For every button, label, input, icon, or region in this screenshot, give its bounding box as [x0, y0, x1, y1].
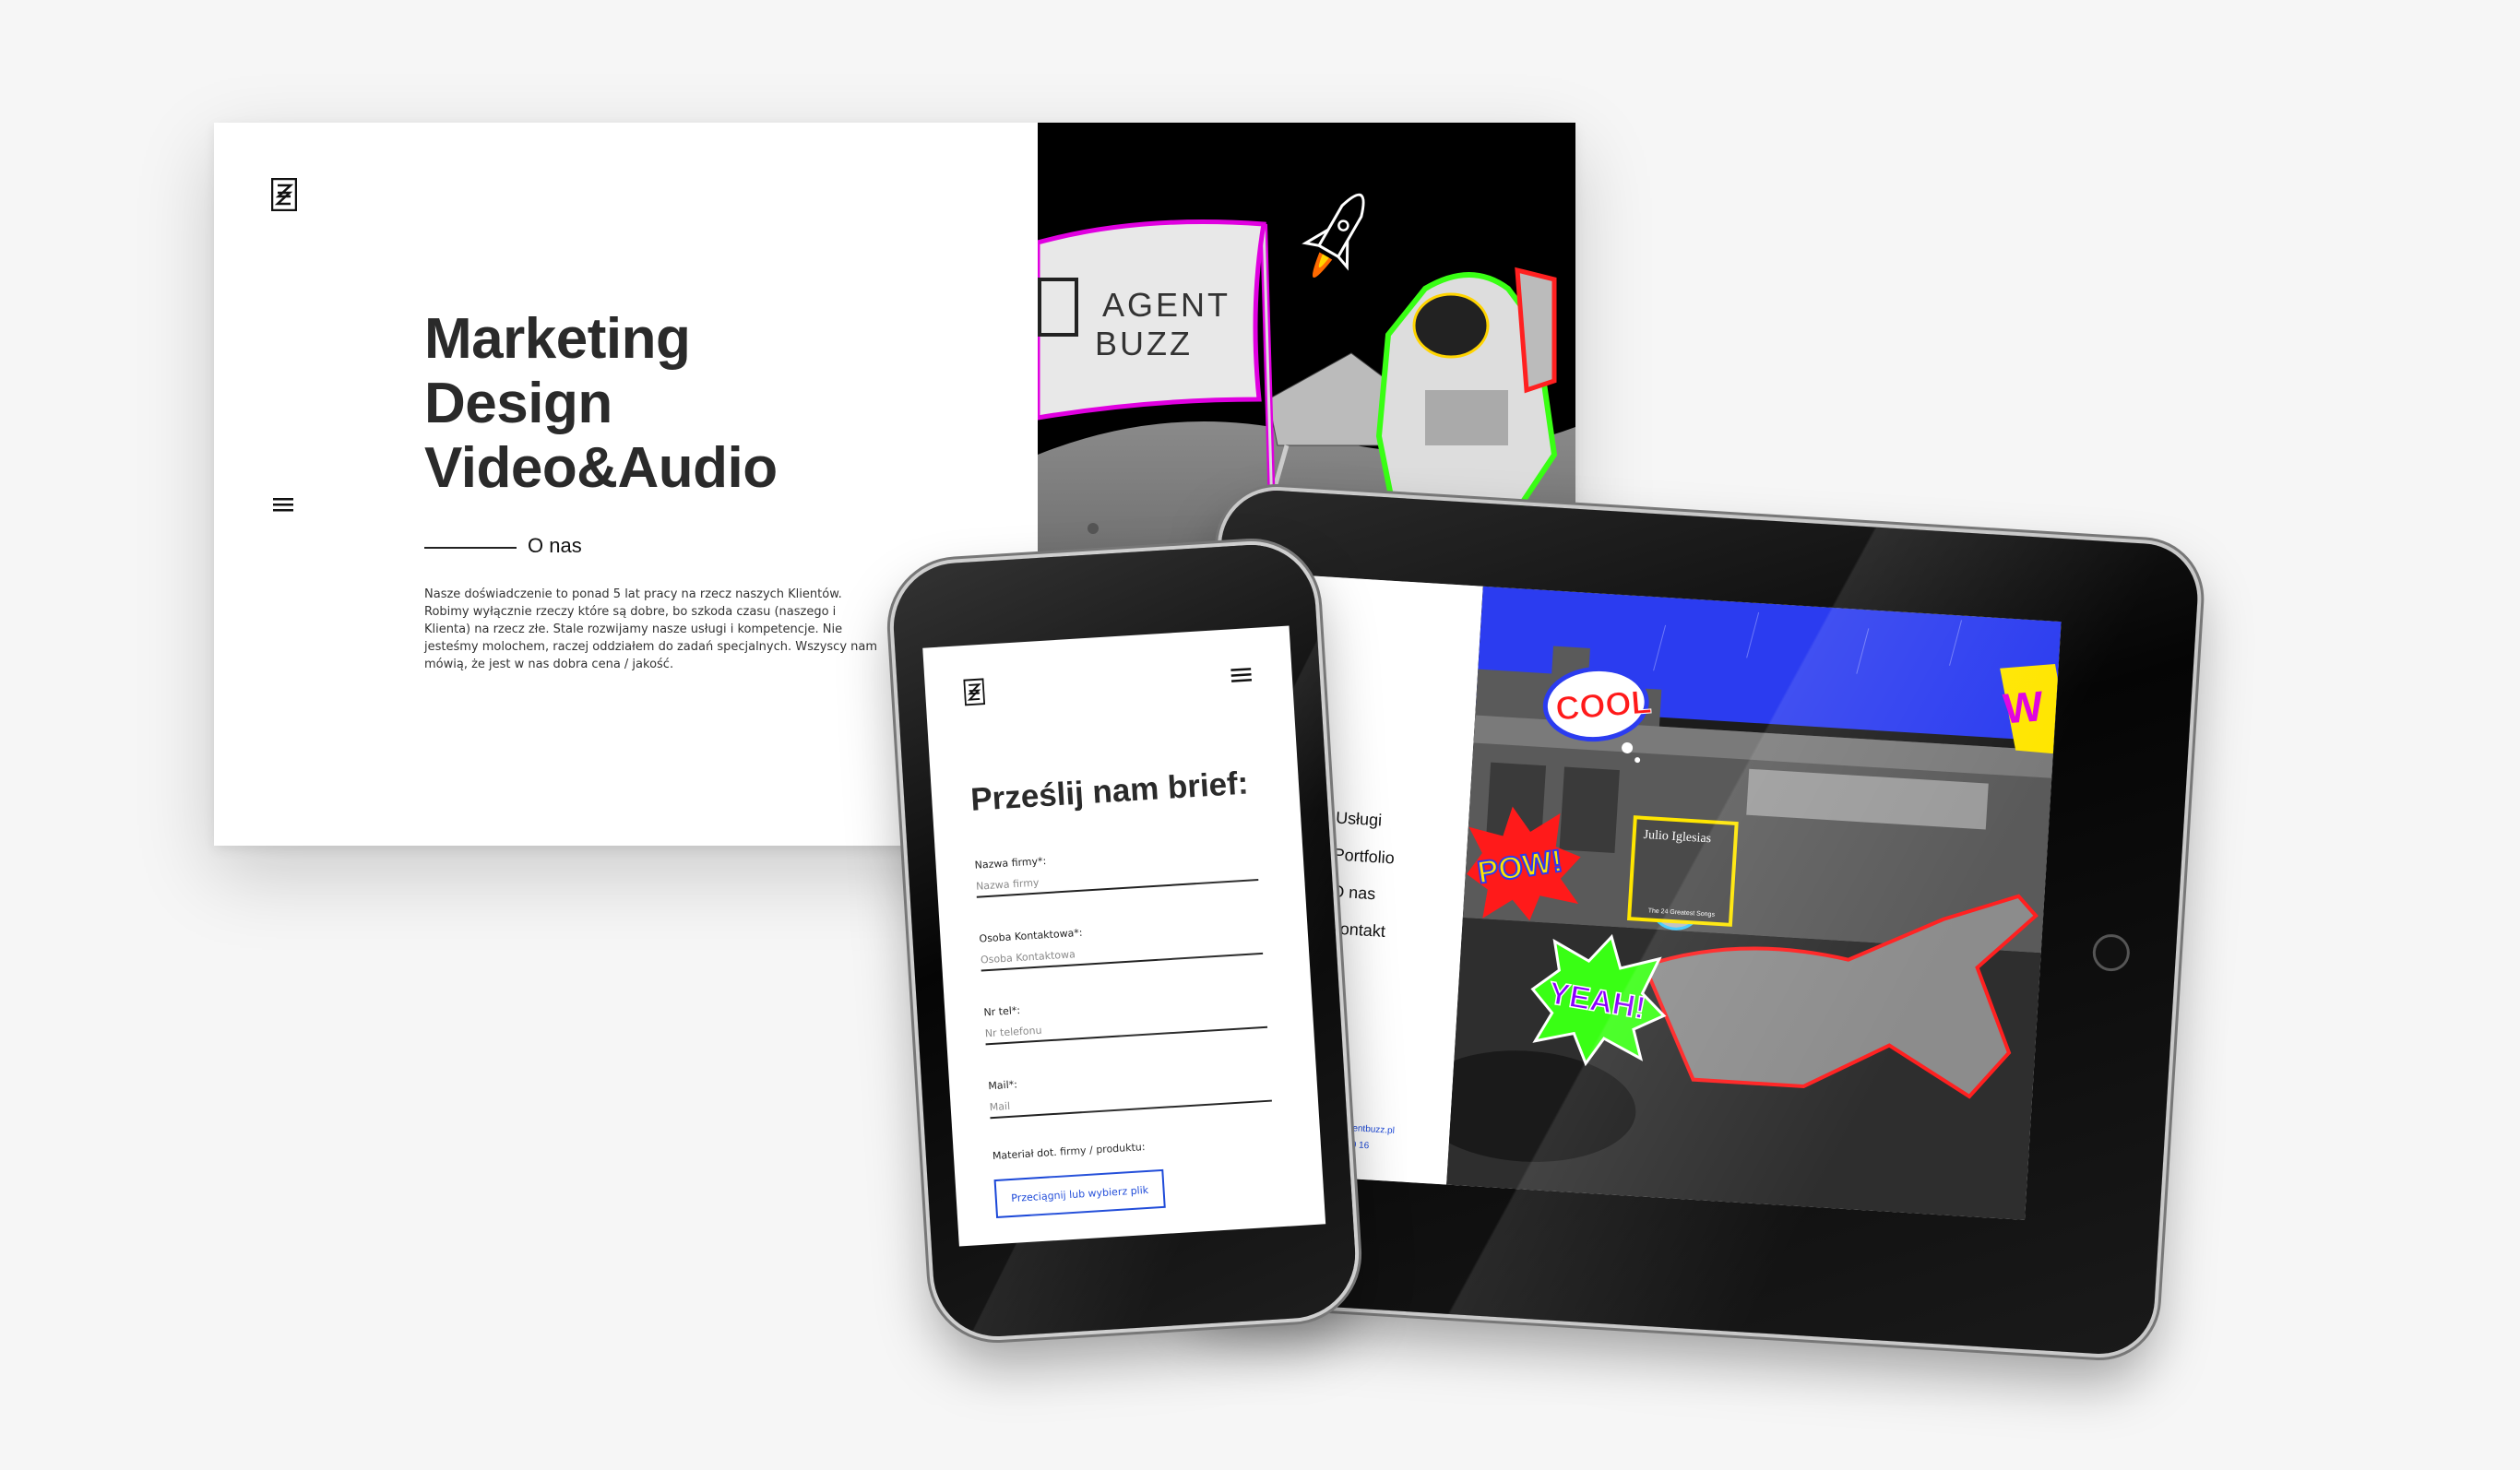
section-label-about[interactable]: O nas [528, 534, 582, 558]
tablet-screen: Usługi Portfolio O nas Kontakt ✉ biuro@a… [1262, 575, 2062, 1220]
nav-item-contact[interactable]: Kontakt [1328, 919, 1385, 942]
material-label: Materiał dot. firmy / produktu: [992, 1141, 1146, 1163]
flag-text: BUZZ [1095, 325, 1193, 362]
sticker-text: COOL [1554, 682, 1653, 728]
nav-item-about[interactable]: O nas [1331, 882, 1376, 904]
contact-person-field[interactable]: Osoba Kontaktowa*: Osoba Kontaktowa [979, 916, 1264, 972]
nav-item-portfolio[interactable]: Portfolio [1333, 845, 1395, 868]
phone-screen: Prześlij nam brief: Nazwa firmy*: Nazwa … [922, 625, 1326, 1247]
headline-line: Design [424, 372, 612, 435]
agentbuzz-logo-icon[interactable] [271, 178, 297, 211]
section-divider [424, 547, 517, 549]
email-field[interactable]: Mail*: Mail [988, 1063, 1272, 1120]
headline-line: Marketing [424, 307, 691, 371]
phone-mockup: Prześlij nam brief: Nazwa firmy*: Nazwa … [889, 540, 1360, 1341]
hamburger-menu-icon[interactable] [273, 497, 293, 512]
brief-form-title: Prześlij nam brief: [969, 765, 1250, 818]
hamburger-menu-icon[interactable] [1230, 667, 1253, 682]
sticker-text: W [2002, 682, 2046, 732]
company-name-field[interactable]: Nazwa firmy*: Nazwa firmy [974, 842, 1259, 898]
hero-headline: Marketing Design Video&Audio [424, 307, 778, 501]
file-upload-button[interactable]: Przeciągnij lub wybierz plik [993, 1168, 1166, 1219]
nav-item-services[interactable]: Usługi [1336, 808, 1383, 830]
headline-line: Video&Audio [424, 436, 778, 500]
phone-number-field[interactable]: Nr tel*: Nr telefonu [983, 990, 1268, 1046]
agentbuzz-logo-icon[interactable] [963, 678, 986, 706]
comic-hero-image: Julio Iglesias The 24 Greatest Songs COO… [1446, 586, 2062, 1220]
flag-text: AGENT [1102, 286, 1230, 324]
about-paragraph: Nasze doświadczenie to ponad 5 lat pracy… [424, 587, 878, 671]
